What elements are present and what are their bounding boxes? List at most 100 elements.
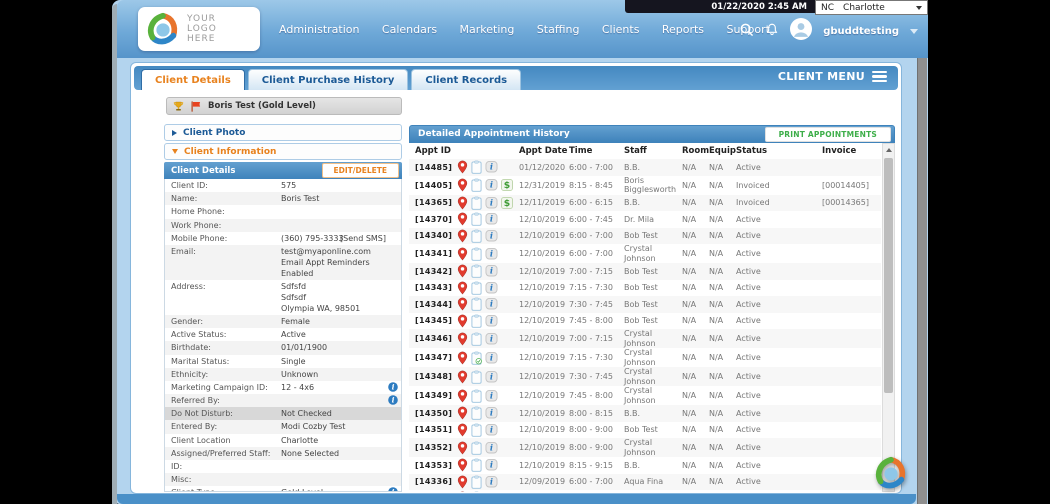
username[interactable]: gbuddtesting	[823, 26, 899, 37]
client-details-section: Client Details EDIT/DELETE Client ID: 575…	[164, 162, 402, 492]
bell-icon[interactable]	[765, 22, 779, 41]
edit-delete-button[interactable]: EDIT/DELETE	[321, 163, 399, 178]
search-icon[interactable]	[739, 22, 754, 41]
info-icon[interactable]: i	[485, 441, 498, 454]
nav-calendars[interactable]: Calendars	[382, 23, 437, 36]
clipboard-icon[interactable]	[471, 178, 482, 192]
appointments-scrollbar[interactable]	[882, 143, 895, 492]
nav-marketing[interactable]: Marketing	[460, 23, 515, 36]
info-icon[interactable]: i	[485, 179, 498, 191]
pin-icon[interactable]	[457, 247, 468, 261]
user-menu-chevron-icon[interactable]	[910, 28, 918, 34]
clipboard-icon[interactable]	[471, 370, 482, 384]
info-icon[interactable]: i	[485, 298, 498, 310]
info-icon[interactable]: i	[485, 161, 498, 173]
clipboard-icon[interactable]	[471, 441, 482, 455]
info-icon[interactable]: i	[485, 196, 498, 209]
clipboard-icon[interactable]	[471, 264, 482, 279]
tab-client-purchase-history[interactable]: Client Purchase History	[247, 69, 409, 90]
pin-icon[interactable]	[457, 458, 468, 472]
pin-icon[interactable]	[457, 475, 468, 489]
brand-logo-icon[interactable]	[874, 456, 908, 490]
client-menu-button[interactable]: CLIENT MENU	[778, 70, 887, 83]
appt-date: 12/10/2019	[519, 316, 566, 326]
dollar-icon[interactable]: $	[501, 179, 513, 191]
pin-icon[interactable]	[457, 281, 468, 295]
pin-icon[interactable]	[457, 314, 468, 328]
info-icon[interactable]: i	[485, 265, 498, 277]
detail-label: Email:	[171, 246, 196, 256]
nav-administration[interactable]: Administration	[279, 23, 360, 36]
info-icon[interactable]: i	[388, 382, 398, 392]
pin-icon[interactable]	[457, 406, 468, 420]
info-icon[interactable]: i	[485, 459, 498, 471]
pin-icon[interactable]	[457, 229, 468, 243]
pin-icon[interactable]	[457, 160, 468, 174]
info-icon[interactable]: i	[485, 247, 498, 260]
appt-staff: Bob Test	[624, 299, 658, 309]
browser-scrollbar[interactable]	[917, 58, 927, 504]
info-icon[interactable]: i	[485, 314, 498, 327]
clipboard-icon[interactable]	[471, 229, 482, 243]
info-icon[interactable]: i	[485, 229, 498, 242]
pin-icon[interactable]	[457, 264, 468, 278]
clipboard-icon[interactable]	[471, 297, 482, 312]
detail-label: Active Status:	[171, 330, 227, 340]
avatar[interactable]	[790, 18, 813, 44]
info-icon[interactable]: i	[485, 475, 498, 488]
clipboard-icon[interactable]	[471, 491, 482, 492]
appt-equip: N/A	[709, 391, 724, 400]
info-icon[interactable]: i	[485, 370, 498, 383]
clipboard-icon[interactable]	[471, 160, 482, 175]
accordion-client-information[interactable]: Client Information	[164, 143, 402, 160]
tab-client-details[interactable]: Client Details	[141, 69, 245, 90]
scrollbar-thumb[interactable]	[884, 158, 893, 393]
clipboard-icon[interactable]	[471, 212, 482, 227]
appt-equip: N/A	[709, 283, 724, 293]
pin-icon[interactable]	[457, 332, 468, 346]
print-appointments-button[interactable]: PRINT APPOINTMENTS	[764, 126, 891, 142]
info-icon[interactable]: i	[485, 351, 498, 364]
info-icon[interactable]: i	[485, 281, 498, 294]
clipboard-icon[interactable]	[471, 281, 482, 295]
pin-icon[interactable]	[457, 196, 468, 210]
clipboard-icon[interactable]	[471, 406, 482, 421]
appt-status: Active	[736, 353, 761, 362]
clipboard-icon[interactable]	[471, 458, 482, 473]
clipboard-icon[interactable]	[471, 196, 482, 210]
pin-icon[interactable]	[457, 423, 468, 437]
pin-icon[interactable]	[457, 491, 468, 492]
pin-icon[interactable]	[457, 370, 468, 384]
detail-value-text: None Selected	[281, 448, 340, 458]
nav-staffing[interactable]: Staffing	[537, 23, 580, 36]
info-icon[interactable]: i	[388, 395, 398, 405]
info-icon[interactable]: i	[485, 423, 498, 436]
send-sms-link[interactable]: [Send SMS]	[340, 233, 386, 244]
location-select[interactable]: NC Charlotte	[815, 0, 928, 15]
clipboard-icon[interactable]	[471, 475, 482, 489]
clipboard-icon[interactable]	[471, 314, 482, 328]
tab-client-records[interactable]: Client Records	[411, 69, 522, 90]
clipboard-icon[interactable]	[471, 247, 482, 261]
clipboard-icon[interactable]	[471, 423, 482, 437]
clipboard-icon[interactable]	[471, 389, 482, 403]
clipboard-icon[interactable]	[471, 332, 482, 346]
pin-icon[interactable]	[457, 351, 468, 365]
info-icon[interactable]: i	[485, 332, 498, 345]
scroll-up-icon[interactable]	[883, 144, 894, 156]
pin-icon[interactable]	[457, 441, 468, 455]
pin-icon[interactable]	[457, 297, 468, 311]
info-icon[interactable]: i	[485, 407, 498, 419]
pin-icon[interactable]	[457, 212, 468, 226]
info-icon[interactable]: i	[485, 213, 498, 225]
info-icon[interactable]: i	[485, 389, 498, 402]
clipboard-check-icon[interactable]	[471, 351, 482, 365]
info-icon[interactable]: i	[388, 487, 398, 491]
dollar-icon[interactable]: $	[501, 196, 513, 209]
pin-icon[interactable]	[457, 178, 468, 192]
pin-icon[interactable]	[457, 389, 468, 403]
nav-clients[interactable]: Clients	[602, 23, 640, 36]
appt-row: [14405] i $12/31/2019 8:15 - 8:45 Boris Bigg…	[409, 176, 881, 195]
accordion-client-photo[interactable]: Client Photo	[164, 124, 402, 141]
nav-reports[interactable]: Reports	[662, 23, 704, 36]
